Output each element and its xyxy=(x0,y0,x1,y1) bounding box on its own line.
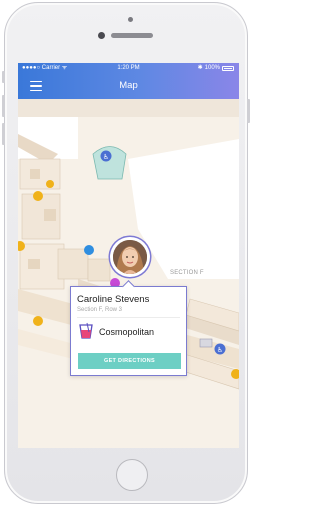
user-seat: Section F, Row 3 xyxy=(77,307,123,313)
home-button[interactable] xyxy=(116,459,148,491)
navigation-bar: ●●●●○ Carrier ᯤ 1:20 PM ✱ 100% Map xyxy=(18,63,239,99)
status-bar: ●●●●○ Carrier ᯤ 1:20 PM ✱ 100% xyxy=(18,63,239,74)
drink-name: Cosmopolitan xyxy=(99,327,155,337)
escalator-icon xyxy=(199,338,213,348)
food-icon[interactable] xyxy=(46,180,54,188)
user-location-avatar[interactable] xyxy=(110,237,150,277)
sensor xyxy=(128,17,133,22)
cocktail-icon xyxy=(78,322,94,340)
silent-switch xyxy=(2,71,5,83)
info-icon[interactable] xyxy=(84,245,94,255)
restroom-icon[interactable] xyxy=(33,316,43,326)
restroom-icon[interactable] xyxy=(33,191,43,201)
volume-up-button xyxy=(2,95,5,117)
venue-map[interactable]: ♿ ♿ SECTION F Caroline Stevens Section F… xyxy=(18,99,239,448)
card-divider xyxy=(77,317,180,318)
get-directions-button[interactable]: GET DIRECTIONS xyxy=(78,353,181,369)
front-camera xyxy=(98,32,105,39)
user-name: Caroline Stevens xyxy=(77,294,150,305)
battery-percent: 100% xyxy=(204,65,220,71)
page-title: Map xyxy=(119,80,138,91)
battery-icon xyxy=(222,66,234,71)
avatar xyxy=(113,240,147,274)
svg-text:♿: ♿ xyxy=(103,153,109,161)
user-info-card: Caroline Stevens Section F, Row 3 Cosmop… xyxy=(70,280,187,376)
app-screen: ●●●●○ Carrier ᯤ 1:20 PM ✱ 100% Map ♿ ♿ S… xyxy=(18,63,239,448)
bluetooth-icon: ✱ xyxy=(197,65,203,71)
volume-down-button xyxy=(2,123,5,145)
section-label: SECTION F xyxy=(170,270,204,276)
power-button xyxy=(247,99,250,123)
battery-indicator: ✱ 100% xyxy=(198,63,234,74)
earpiece-speaker xyxy=(111,33,153,38)
svg-text:♿: ♿ xyxy=(217,346,223,354)
